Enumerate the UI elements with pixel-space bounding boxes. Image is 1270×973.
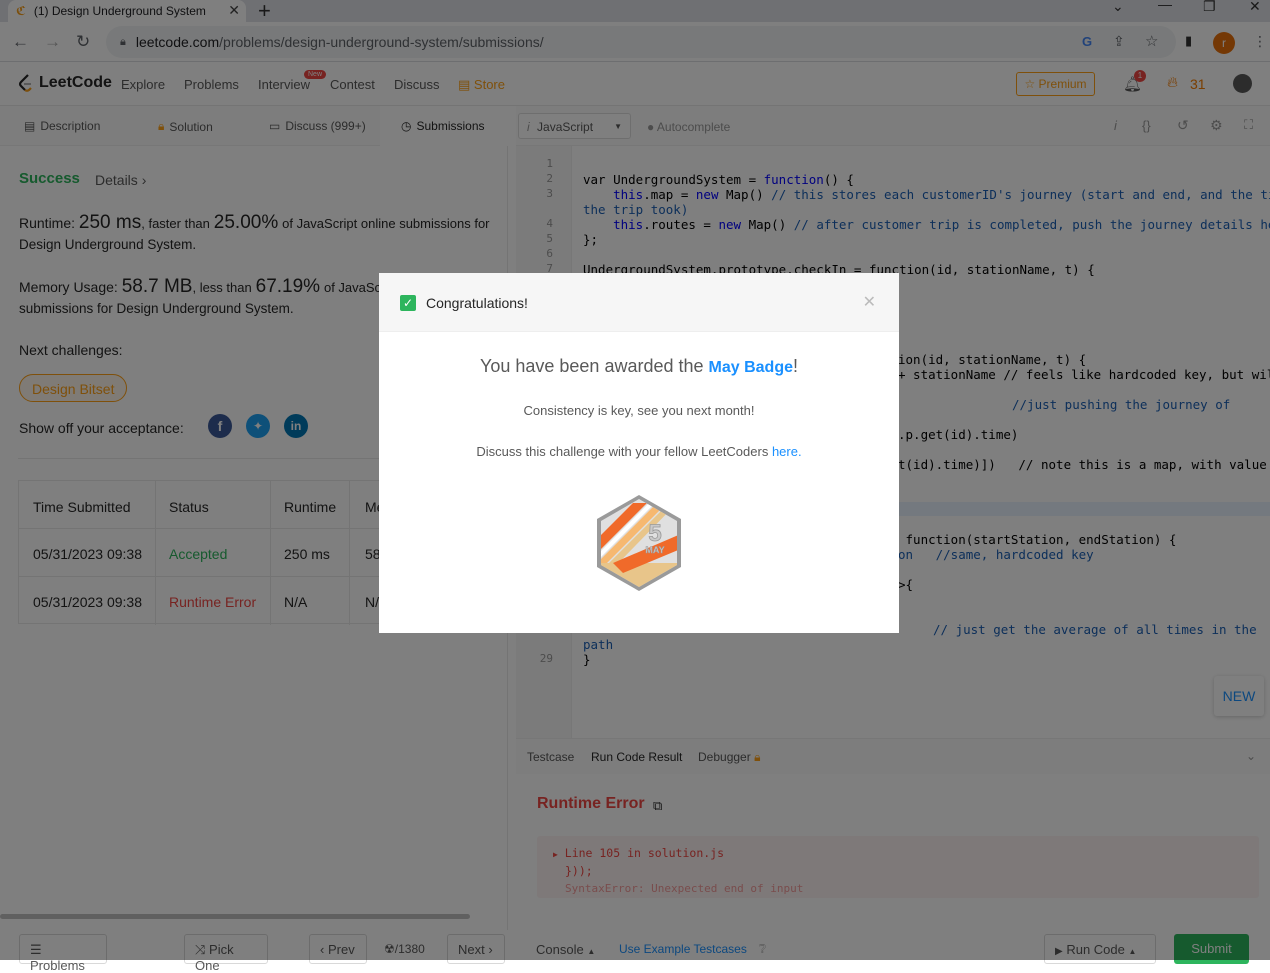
discuss-pre: Discuss this challenge with your fellow … bbox=[476, 444, 772, 459]
award-post: ! bbox=[792, 356, 798, 376]
modal-title: Congratulations! bbox=[426, 295, 528, 311]
badge-name[interactable]: May Badge bbox=[709, 359, 793, 376]
discuss-post: . bbox=[797, 444, 802, 459]
congratulations-modal: ✓ Congratulations! ✕ You have been award… bbox=[379, 273, 899, 633]
check-icon: ✓ bbox=[400, 295, 416, 311]
badge-month: MAY bbox=[645, 545, 664, 555]
modal-header: ✓ Congratulations! ✕ bbox=[379, 273, 899, 332]
discuss-text: Discuss this challenge with your fellow … bbox=[379, 444, 899, 459]
badge-number: 5 bbox=[648, 520, 661, 547]
close-icon[interactable]: ✕ bbox=[863, 292, 876, 312]
discuss-link[interactable]: here bbox=[772, 444, 798, 459]
may-badge-icon: 5 MAY bbox=[597, 495, 681, 591]
award-text: You have been awarded the May Badge! bbox=[379, 356, 899, 377]
award-pre: You have been awarded the bbox=[479, 356, 709, 376]
consistency-text: Consistency is key, see you next month! bbox=[523, 403, 755, 418]
problems-label: Problems bbox=[30, 958, 85, 973]
